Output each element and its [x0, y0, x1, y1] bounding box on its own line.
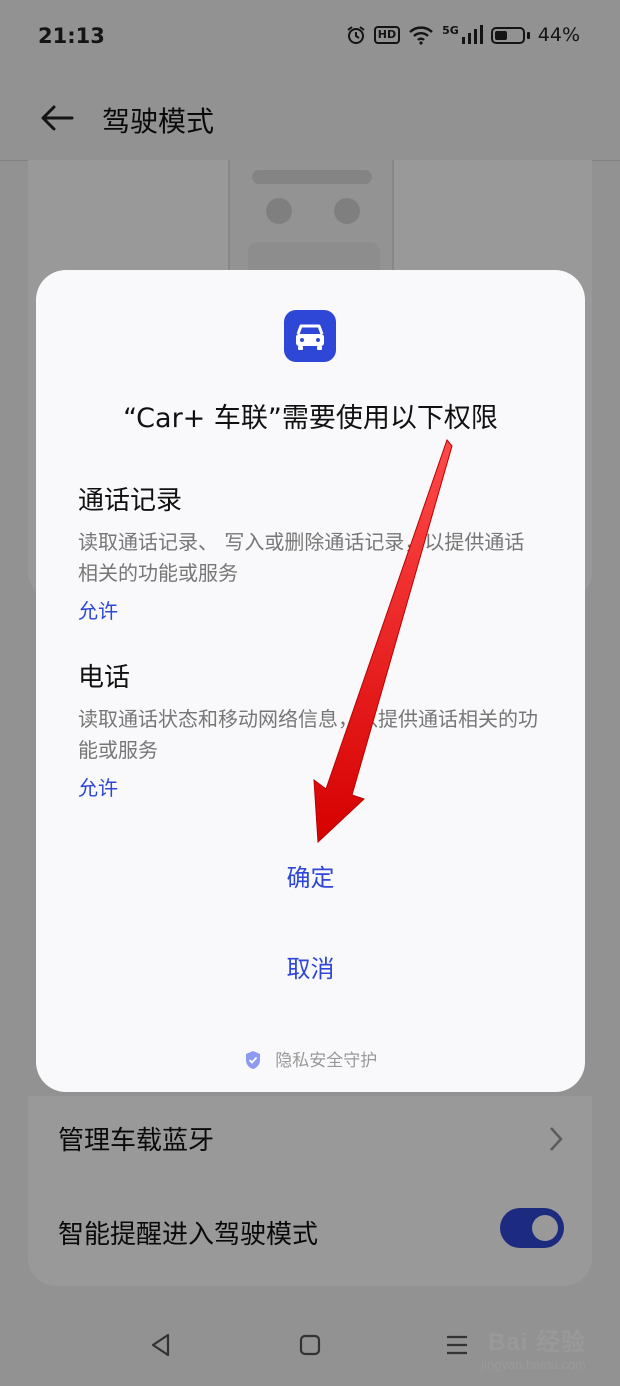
cancel-button[interactable]: 取消 — [36, 941, 585, 997]
permission-dialog: “Car+ 车联”需要使用以下权限 通话记录 读取通话记录、 写入或删除通话记录… — [36, 270, 585, 1092]
privacy-footer-text: 隐私安全守护 — [275, 1051, 378, 1071]
permission-call-log: 通话记录 读取通话记录、 写入或删除通话记录，以提供通话相关的功能或服务 允许 — [78, 480, 538, 624]
car-app-icon — [284, 310, 336, 362]
permission-status: 允许 — [78, 599, 118, 623]
permission-description: 读取通话状态和移动网络信息，以提供通话相关的功能或服务 — [78, 707, 538, 762]
dialog-title: “Car+ 车联”需要使用以下权限 — [123, 403, 498, 434]
shield-icon — [245, 1051, 260, 1069]
permission-phone: 电话 读取通话状态和移动网络信息，以提供通话相关的功能或服务 允许 — [78, 657, 538, 801]
confirm-button[interactable]: 确定 — [36, 850, 585, 906]
car-icon — [296, 324, 324, 350]
privacy-footer: 隐私安全守护 — [36, 1046, 585, 1071]
permission-title: 电话 — [78, 663, 131, 693]
permission-status: 允许 — [78, 776, 118, 800]
permission-title: 通话记录 — [78, 486, 183, 516]
permission-description: 读取通话记录、 写入或删除通话记录，以提供通话相关的功能或服务 — [78, 530, 525, 585]
